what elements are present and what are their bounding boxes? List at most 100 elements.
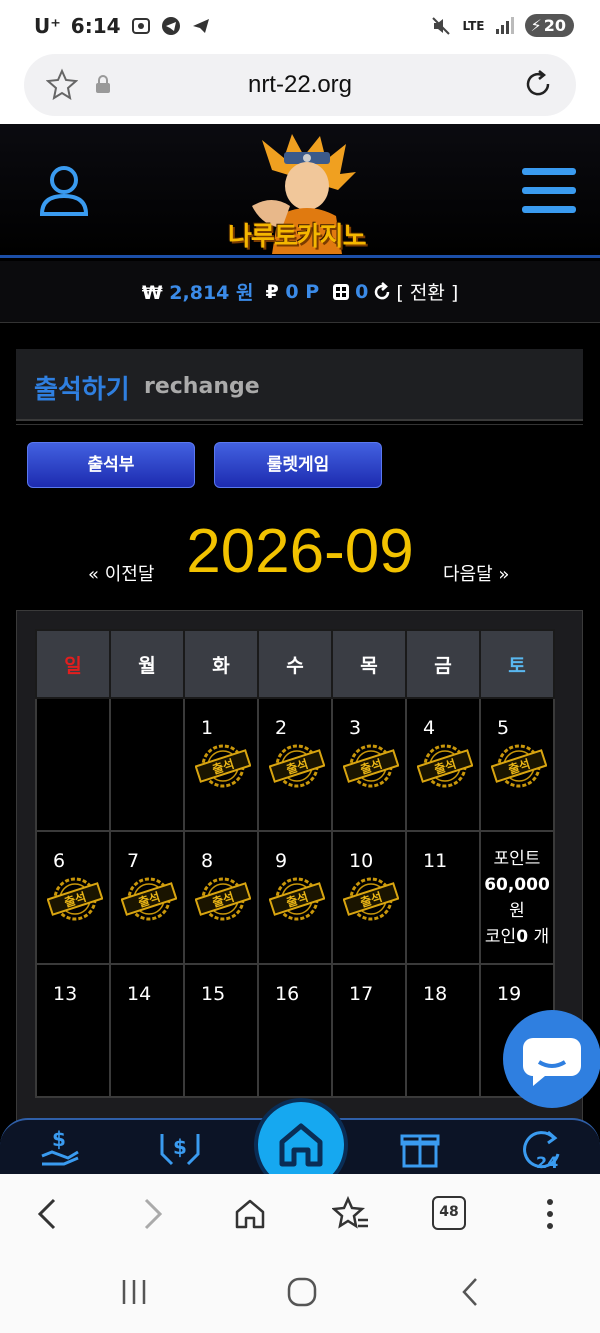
back-icon[interactable]	[34, 1196, 64, 1232]
user-icon[interactable]	[38, 164, 90, 218]
page-title: 출석하기	[34, 375, 130, 405]
day-number: 13	[53, 983, 78, 1005]
calendar-week-row: 13 14 15 16 17 18 19	[35, 963, 555, 1098]
withdraw-icon[interactable]: $	[158, 1126, 202, 1170]
clock: 6:14	[70, 14, 121, 38]
tab-count: 48	[439, 1204, 459, 1220]
cash-unit: 원	[236, 282, 254, 304]
calendar-table: 일월화수목금토 1 출석 2 출석 3 출석 4 출석 5 출석 6 출석 7 출석 8 출석 9 출석 10 출석 1…	[35, 629, 555, 1098]
chat-icon	[523, 1038, 581, 1086]
hamburger-menu-icon[interactable]	[522, 168, 576, 214]
day-number: 15	[201, 983, 226, 1005]
day-number: 11	[423, 850, 448, 872]
screenshot-icon	[131, 18, 150, 34]
divider	[16, 424, 583, 425]
calendar-day-cell: 2 출석	[257, 697, 333, 832]
battery-indicator: ⚡ 20	[524, 14, 574, 37]
point-unit: P	[305, 280, 320, 303]
tabs-button[interactable]: 48	[432, 1196, 466, 1230]
url-text[interactable]: nrt-22.org	[24, 71, 576, 99]
reload-icon[interactable]	[522, 68, 554, 100]
address-bar[interactable]: nrt-22.org	[24, 54, 576, 116]
calendar-day-cell: 5 출석	[479, 697, 555, 832]
stamp-label: 출석	[432, 756, 458, 777]
day-number: 17	[349, 983, 374, 1005]
live-chat-button[interactable]	[503, 1010, 600, 1108]
reward-info: 포인트 60,000 원 코인0 개	[481, 846, 553, 950]
calendar-day-cell: 16	[257, 963, 333, 1098]
cash-amount: 2,814	[169, 282, 230, 304]
exchange-link[interactable]: [ 전환 ]	[396, 278, 458, 305]
day-number: 7	[127, 850, 140, 872]
day-number: 10	[349, 850, 374, 872]
calendar-day-cell: 11	[405, 830, 481, 965]
browser-home-icon[interactable]	[232, 1196, 268, 1232]
page-subtitle: rechange	[144, 374, 260, 399]
point-amount: 0	[285, 280, 299, 303]
weekday-header: 화	[183, 629, 259, 699]
coin-count: 0	[516, 927, 529, 947]
day-number: 1	[201, 717, 214, 739]
reward-coin: 코인0 개	[481, 924, 553, 950]
forward-icon[interactable]	[136, 1196, 166, 1232]
day-number: 9	[275, 850, 288, 872]
deposit-icon[interactable]: $	[38, 1126, 82, 1170]
stamp-label: 출석	[506, 756, 532, 777]
point-symbol: ₽	[265, 280, 279, 303]
calendar-day-cell: 3 출석	[331, 697, 407, 832]
calendar-day-cell: 7 출석	[109, 830, 185, 965]
calendar-day-cell	[109, 697, 185, 832]
charging-icon: ⚡	[530, 16, 542, 35]
stamp-label: 출석	[210, 889, 236, 910]
refresh-icon[interactable]	[372, 281, 392, 302]
weekday-header: 토	[479, 629, 555, 699]
calendar-week-row: 1 출석 2 출석 3 출석 4 출석 5 출석	[35, 697, 555, 832]
coin-balance: 0 [ 전환 ]	[331, 278, 458, 305]
day-number: 16	[275, 983, 300, 1005]
svg-text:24: 24	[536, 1153, 558, 1172]
site-header: 나루토카지노	[0, 124, 600, 258]
attendance-stamp-icon: 출석	[343, 744, 399, 788]
attendance-stamp-icon: 출석	[491, 744, 547, 788]
reward-label: 포인트	[493, 849, 541, 869]
reward-amount: 60,000	[484, 875, 550, 895]
network-label: LTE	[462, 18, 485, 33]
send-icon	[192, 19, 209, 33]
coin-icon	[333, 283, 350, 300]
stamp-label: 출석	[284, 756, 310, 777]
attendance-book-button[interactable]: 출석부	[27, 442, 195, 488]
roulette-game-button[interactable]: 룰렛게임	[214, 442, 382, 488]
next-month-link[interactable]: 다음달 »	[443, 560, 509, 586]
day-number: 14	[127, 983, 152, 1005]
balance-bar: ₩ 2,814 원 ₽ 0 P 0 [ 전환 ]	[0, 261, 600, 323]
coin-label: 코인	[484, 927, 517, 947]
recent-apps-icon[interactable]	[118, 1276, 150, 1308]
telegram-icon	[161, 17, 180, 35]
cash-balance: ₩ 2,814 원	[142, 278, 254, 305]
support-24-icon[interactable]: 24	[518, 1126, 564, 1172]
system-home-icon[interactable]	[286, 1276, 318, 1308]
browser-toolbar: 48	[0, 1174, 600, 1254]
calendar-day-cell: 6 출석	[35, 830, 111, 965]
attendance-stamp-icon: 출석	[121, 877, 177, 921]
system-navigation-bar	[0, 1254, 600, 1333]
attendance-stamp-icon: 출석	[269, 877, 325, 921]
calendar-day-cell: 1 출석	[183, 697, 259, 832]
stamp-label: 출석	[62, 889, 88, 910]
more-menu-icon[interactable]	[540, 1196, 560, 1232]
gift-icon[interactable]	[398, 1126, 442, 1170]
stamp-label: 출석	[284, 889, 310, 910]
bookmarks-icon[interactable]	[332, 1196, 370, 1232]
calendar-day-cell: 포인트 60,000 원 코인0 개	[479, 830, 555, 965]
calendar-day-cell: 18	[405, 963, 481, 1098]
calendar-day-cell: 17	[331, 963, 407, 1098]
section-header: 출석하기 rechange	[16, 349, 583, 421]
day-number: 6	[53, 850, 66, 872]
stamp-label: 출석	[136, 889, 162, 910]
attendance-stamp-icon: 출석	[343, 877, 399, 921]
day-number: 19	[497, 983, 522, 1005]
system-back-icon[interactable]	[456, 1276, 484, 1308]
calendar-day-cell: 15	[183, 963, 259, 1098]
browser-address-area: nrt-22.org	[0, 54, 600, 124]
svg-text:$: $	[173, 1135, 187, 1159]
